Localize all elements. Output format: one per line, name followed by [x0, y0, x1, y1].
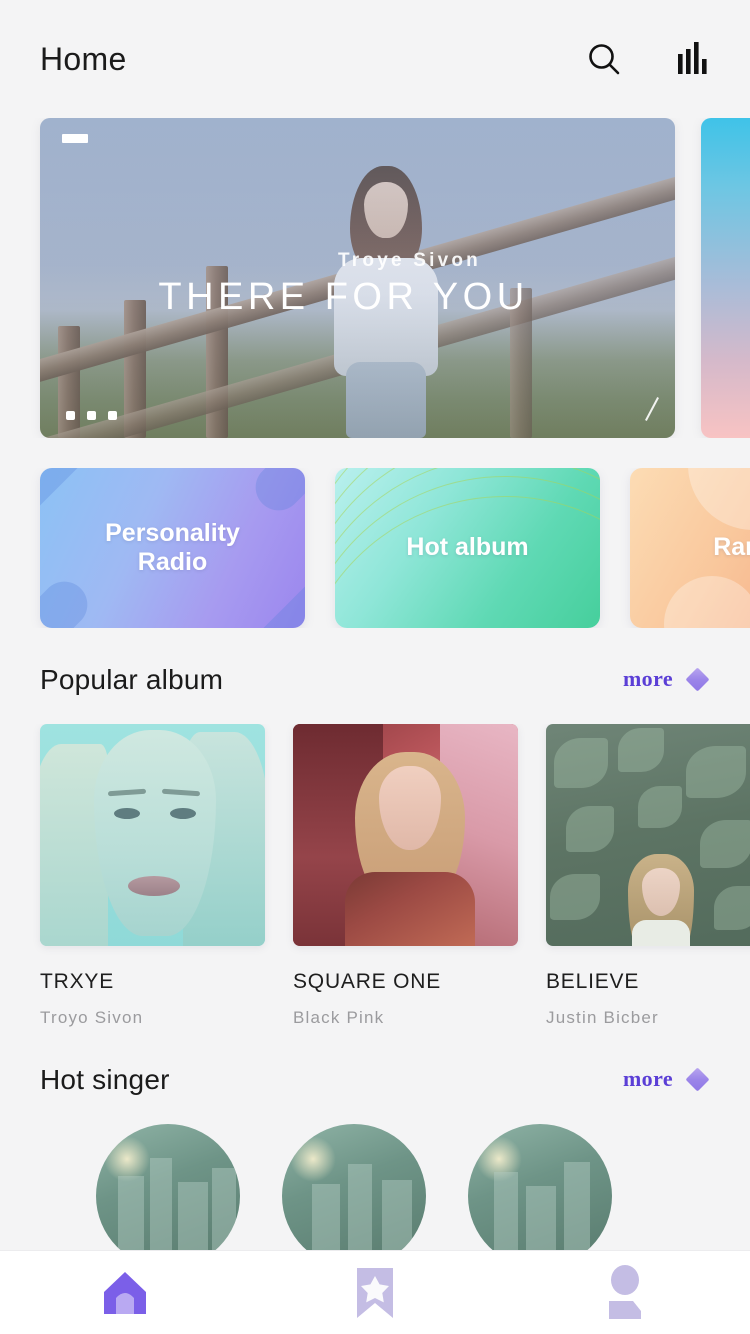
- carousel-dot[interactable]: [87, 411, 96, 420]
- bottom-navigation: [0, 1250, 750, 1334]
- album-artist: Justin Bicber: [546, 1008, 659, 1027]
- singer-carousel[interactable]: [0, 1124, 750, 1268]
- decor-bar: [40, 572, 97, 628]
- avatar[interactable]: [96, 1124, 240, 1268]
- search-icon[interactable]: [586, 41, 622, 77]
- decor-circle: [688, 468, 750, 530]
- hero-song-title: THERE FOR YOU: [158, 276, 529, 318]
- singer-card[interactable]: [282, 1124, 426, 1268]
- nav-item-profile[interactable]: [500, 1251, 750, 1334]
- equalizer-icon[interactable]: [676, 40, 710, 78]
- more-link-hot-singer[interactable]: more: [622, 1066, 710, 1096]
- section-title: Popular album: [40, 664, 224, 695]
- decor-circle: [664, 576, 750, 628]
- singer-card[interactable]: [468, 1124, 612, 1268]
- hero-badge: [62, 134, 88, 143]
- album-title: TRXYE: [40, 970, 115, 993]
- album-artist: Troyo Sivon: [40, 1008, 144, 1027]
- hero-slide-next[interactable]: [701, 118, 750, 438]
- more-label: more: [622, 666, 673, 691]
- category-card-ranking[interactable]: Ranking: [630, 468, 750, 628]
- singer-track[interactable]: [0, 1124, 750, 1268]
- album-thumbnail[interactable]: [293, 724, 518, 946]
- hero-slide-active[interactable]: Troye Sivon THERE FOR YOU: [40, 118, 675, 438]
- section-title: Hot singer: [40, 1064, 170, 1095]
- section-header-hot-singer: Hot singer more: [0, 1064, 750, 1096]
- category-card-hot-album[interactable]: Hot album: [335, 468, 600, 628]
- page-title: Home: [40, 40, 127, 77]
- album-thumbnail[interactable]: [40, 724, 265, 946]
- decor-bar: [40, 468, 99, 526]
- avatar[interactable]: [282, 1124, 426, 1268]
- section-header-popular-album: Popular album more: [0, 664, 750, 696]
- album-card[interactable]: TRXYE Troyo Sivon: [40, 724, 265, 1028]
- hero-track[interactable]: Troye Sivon THERE FOR YOU: [40, 118, 750, 438]
- category-track[interactable]: Personality Radio Hot album Ranking: [0, 468, 750, 628]
- album-title: BELIEVE: [546, 970, 640, 993]
- more-label: more: [622, 1066, 673, 1091]
- home-icon: [104, 1271, 146, 1314]
- nav-item-home[interactable]: [0, 1251, 250, 1334]
- album-title: SQUARE ONE: [293, 970, 442, 993]
- diamond-icon: [685, 1066, 710, 1092]
- category-label: Ranking: [713, 533, 750, 562]
- album-carousel[interactable]: TRXYE Troyo Sivon SQUARE ONE Black Pink: [0, 724, 750, 1028]
- album-artist: Black Pink: [293, 1008, 385, 1027]
- hero-carousel[interactable]: Troye Sivon THERE FOR YOU: [0, 118, 750, 438]
- album-card[interactable]: SQUARE ONE Black Pink: [293, 724, 518, 1028]
- nav-item-bookmarks[interactable]: [250, 1251, 500, 1334]
- decor-bar: [246, 468, 305, 520]
- hero-caption: Troye Sivon THERE FOR YOU: [40, 250, 675, 318]
- carousel-dot[interactable]: [66, 411, 75, 420]
- avatar[interactable]: [468, 1124, 612, 1268]
- bookmark-star-icon: [357, 1267, 393, 1318]
- category-card-personality-radio[interactable]: Personality Radio: [40, 468, 305, 628]
- more-link-popular-album[interactable]: more: [622, 666, 710, 696]
- carousel-dot[interactable]: [108, 411, 117, 420]
- album-thumbnail[interactable]: [546, 724, 750, 946]
- app-header: Home: [0, 0, 750, 118]
- singer-card[interactable]: [96, 1124, 240, 1268]
- person-icon: [609, 1264, 641, 1319]
- album-track[interactable]: TRXYE Troyo Sivon SQUARE ONE Black Pink: [0, 724, 750, 1028]
- category-label: Personality Radio: [105, 518, 240, 577]
- diamond-icon: [685, 666, 710, 692]
- header-actions: [586, 40, 710, 78]
- album-card[interactable]: BELIEVE Justin Bicber: [546, 724, 750, 1028]
- category-carousel[interactable]: Personality Radio Hot album Ranking: [0, 468, 750, 628]
- hero-artist: Troye Sivon: [338, 250, 481, 271]
- carousel-dots[interactable]: [66, 411, 117, 420]
- decor-bar: [244, 568, 305, 628]
- category-label: Hot album: [406, 533, 529, 562]
